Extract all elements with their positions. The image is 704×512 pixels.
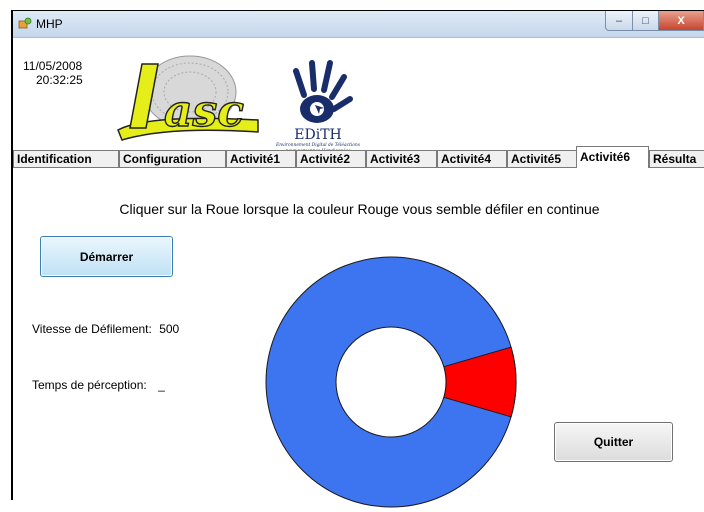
tab-identification[interactable]: Identification [13,150,119,167]
color-wheel[interactable] [261,252,521,512]
maximize-button[interactable]: □ [633,11,659,31]
tab-activite2[interactable]: Activité2 [296,150,366,167]
perception-row: Temps de pérception: _ [32,378,165,392]
close-button[interactable]: X [659,11,704,31]
tab-activite5[interactable]: Activité5 [507,150,577,167]
tab-resultats[interactable]: Résulta [649,150,704,167]
time-label: 20:32:25 [36,73,83,87]
instruction-text: Cliquer sur la Roue lorsque la couleur R… [119,201,600,217]
lasc-logo: asc [117,55,259,141]
start-button[interactable]: Démarrer [40,236,173,277]
minimize-button[interactable]: – [605,11,633,31]
edith-logo: EDiTH Environnement Digital de Téléactio… [275,60,361,154]
tab-configuration[interactable]: Configuration [119,150,226,167]
perception-value: _ [158,378,165,392]
tab-activite6[interactable]: Activité6 [576,146,649,168]
wheel-hole [335,326,447,438]
speed-value: 500 [159,322,180,336]
svg-text:asc: asc [164,86,244,137]
speed-row: Vitesse de Défilement: 500 [32,322,179,336]
app-icon [18,17,32,29]
app-window: MHP – □ X 11/05/2008 20:32:25 asc EDiTH … [11,10,704,508]
speed-label: Vitesse de Défilement: [32,322,152,336]
tab-activite3[interactable]: Activité3 [366,150,437,167]
tab-activite1[interactable]: Activité1 [226,150,296,167]
perception-label: Temps de pérception: [32,378,147,392]
client-area: 11/05/2008 20:32:25 asc EDiTH Environnem… [13,38,704,508]
date-label: 11/05/2008 [23,59,83,73]
quit-button[interactable]: Quitter [554,422,673,462]
title-bar[interactable]: MHP – □ X [13,11,704,38]
tab-activite4[interactable]: Activité4 [437,150,507,167]
window-title: MHP [36,17,63,31]
edith-logo-text: EDiTH [294,127,341,143]
window-controls: – □ X [605,11,704,31]
tab-strip: Identification Configuration Activité1 A… [13,146,704,168]
